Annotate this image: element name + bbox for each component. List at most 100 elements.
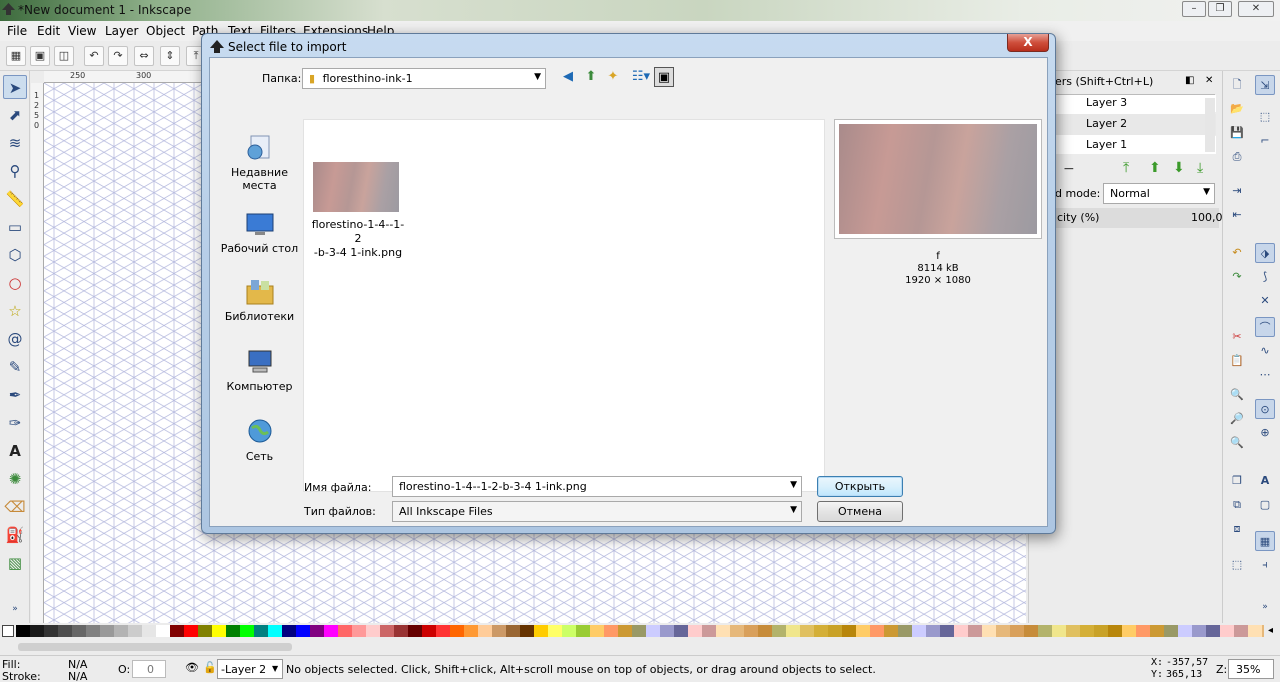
spray-tool-icon[interactable]: ✺ (3, 467, 27, 491)
snap-paths-icon[interactable]: ⟆ (1255, 267, 1275, 287)
color-swatch[interactable] (464, 625, 478, 637)
layer-raise-icon[interactable]: ⬆ (1149, 160, 1161, 176)
flip-vertical-icon[interactable]: ⇕ (160, 46, 180, 66)
pen-tool-icon[interactable]: ✒ (3, 383, 27, 407)
color-swatch[interactable] (1206, 625, 1220, 637)
color-swatch[interactable] (1136, 625, 1150, 637)
color-swatch[interactable] (212, 625, 226, 637)
color-swatch[interactable] (1080, 625, 1094, 637)
paint-bucket-tool-icon[interactable]: ⛽ (3, 523, 27, 547)
color-swatch[interactable] (142, 625, 156, 637)
snap-centers-icon[interactable]: ⊙ (1255, 399, 1275, 419)
blend-mode-select[interactable]: Normal ▼ (1103, 183, 1215, 204)
file-item[interactable]: florestino-1-4--1-2 -b-3-4 1-ink.png (310, 162, 406, 259)
color-swatch[interactable] (1066, 625, 1080, 637)
color-swatch[interactable] (520, 625, 534, 637)
color-swatch[interactable] (268, 625, 282, 637)
color-swatch[interactable] (716, 625, 730, 637)
place-libraries[interactable]: Библиотеки (216, 278, 303, 323)
color-swatch[interactable] (240, 625, 254, 637)
color-swatch[interactable] (856, 625, 870, 637)
snap-intersections-icon[interactable]: ✕ (1255, 291, 1275, 311)
color-swatch[interactable] (618, 625, 632, 637)
color-swatch[interactable] (814, 625, 828, 637)
color-swatch[interactable] (72, 625, 86, 637)
layer-to-top-icon[interactable]: ⤒ (1123, 160, 1129, 176)
color-swatch[interactable] (478, 625, 492, 637)
file-list[interactable]: florestino-1-4--1-2 -b-3-4 1-ink.png (303, 119, 825, 492)
clone-icon[interactable]: ⧉ (1227, 495, 1247, 515)
color-swatch[interactable] (688, 625, 702, 637)
color-swatch[interactable] (954, 625, 968, 637)
selector-tool-icon[interactable]: ➤ (3, 75, 27, 99)
3d-box-tool-icon[interactable]: ⬡ (3, 243, 27, 267)
color-swatch[interactable] (170, 625, 184, 637)
color-swatch[interactable] (1122, 625, 1136, 637)
snap-guide-icon[interactable]: ⫞ (1255, 555, 1275, 575)
color-swatch[interactable] (562, 625, 576, 637)
color-swatch[interactable] (1192, 625, 1206, 637)
palette-scroll-thumb[interactable] (18, 643, 292, 651)
save-icon[interactable]: 💾 (1227, 123, 1247, 143)
color-swatch[interactable] (632, 625, 646, 637)
gradient-tool-icon[interactable]: ▧ (3, 551, 27, 575)
color-swatch[interactable] (310, 625, 324, 637)
minimize-button[interactable]: – (1182, 1, 1206, 17)
color-swatch[interactable] (380, 625, 394, 637)
color-swatch[interactable] (422, 625, 436, 637)
color-swatch[interactable] (772, 625, 786, 637)
dock-close-icon[interactable]: ✕ (1205, 75, 1213, 86)
eraser-tool-icon[interactable]: ⌫ (3, 495, 27, 519)
color-swatch[interactable] (450, 625, 464, 637)
flip-horizontal-icon[interactable]: ⇔ (134, 46, 154, 66)
preview-toggle-icon[interactable]: ▣ (654, 67, 674, 87)
up-folder-icon[interactable]: ⬆ (581, 67, 601, 87)
color-swatch[interactable] (828, 625, 842, 637)
color-swatch[interactable] (436, 625, 450, 637)
dock-iconify-icon[interactable]: ◧ (1185, 75, 1194, 86)
layer-row-selected[interactable]: Layer 2 (1056, 114, 1216, 135)
print-icon[interactable]: ⎙ (1227, 147, 1247, 167)
rotate-cw-icon[interactable]: ↷ (108, 46, 128, 66)
snap-grid-icon[interactable]: ▦ (1255, 531, 1275, 551)
rectangle-tool-icon[interactable]: ▭ (3, 215, 27, 239)
color-swatch[interactable] (1094, 625, 1108, 637)
maximize-button[interactable]: ❐ (1208, 1, 1232, 17)
color-swatch[interactable] (198, 625, 212, 637)
color-swatch[interactable] (1052, 625, 1066, 637)
filename-input[interactable]: florestino-1-4--1-2-b-3-4 1-ink.png ▼ (392, 476, 802, 497)
menu-view[interactable]: View (68, 24, 96, 38)
color-swatch[interactable] (982, 625, 996, 637)
place-network[interactable]: Сеть (216, 418, 303, 463)
color-swatch[interactable] (744, 625, 758, 637)
toolbox-more-icon[interactable]: » (3, 597, 27, 621)
remove-layer-icon[interactable]: − (1063, 161, 1075, 177)
color-swatch[interactable] (408, 625, 422, 637)
menu-edit[interactable]: Edit (37, 24, 60, 38)
color-swatch[interactable] (30, 625, 44, 637)
zoom-field[interactable]: 35% (1228, 659, 1274, 679)
color-swatch[interactable] (926, 625, 940, 637)
color-swatch[interactable] (576, 625, 590, 637)
star-tool-icon[interactable]: ☆ (3, 299, 27, 323)
menu-layer[interactable]: Layer (105, 24, 138, 38)
menu-object[interactable]: Object (146, 24, 185, 38)
export-icon[interactable]: ⇤ (1227, 205, 1247, 225)
opacity-spinbox[interactable]: 0 (132, 660, 166, 678)
color-swatch[interactable] (1178, 625, 1192, 637)
redo-icon[interactable]: ↷ (1227, 267, 1247, 287)
layer-lower-icon[interactable]: ⬇ (1173, 160, 1185, 176)
color-swatch[interactable] (884, 625, 898, 637)
cut-icon[interactable]: ✂ (1227, 327, 1247, 347)
snap-text-baseline-icon[interactable]: A (1255, 471, 1275, 491)
back-icon[interactable]: ◀ (558, 67, 578, 87)
cancel-button[interactable]: Отмена (817, 501, 903, 522)
color-swatch[interactable] (492, 625, 506, 637)
pencil-tool-icon[interactable]: ✎ (3, 355, 27, 379)
eye-icon[interactable]: 👁 (185, 661, 199, 674)
color-swatch[interactable] (870, 625, 884, 637)
palette-scrollbar[interactable] (0, 639, 1280, 655)
color-swatch[interactable] (1024, 625, 1038, 637)
paste-icon[interactable]: 📋 (1227, 351, 1247, 371)
new-folder-icon[interactable]: ✦ (603, 67, 623, 87)
